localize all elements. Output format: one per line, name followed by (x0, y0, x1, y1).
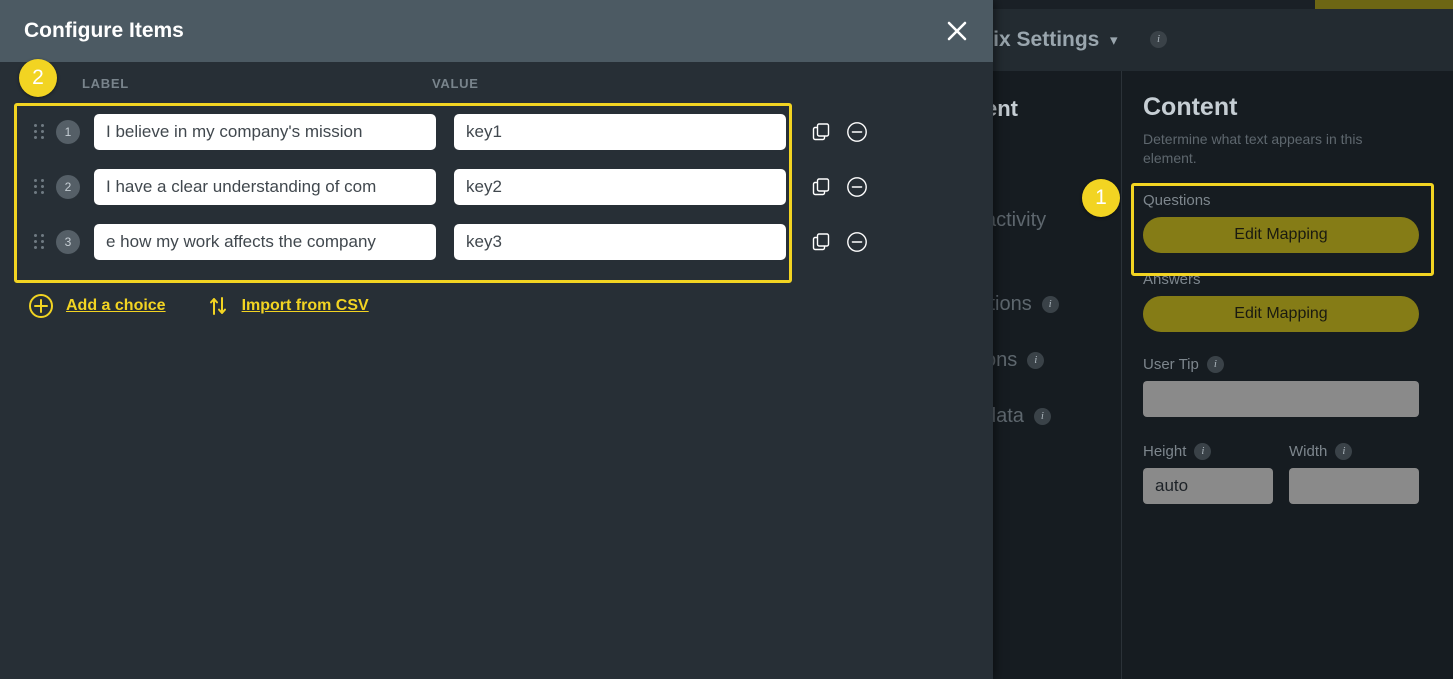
row-index-badge: 2 (56, 174, 80, 199)
column-header-label: LABEL (82, 76, 129, 91)
import-csv-button[interactable]: Import from CSV (206, 294, 369, 318)
drag-handle-icon[interactable] (34, 234, 48, 249)
info-icon[interactable]: i (1335, 442, 1353, 460)
height-input[interactable] (1143, 467, 1273, 504)
settings-panel: Content Determine what text appears in t… (1123, 71, 1453, 679)
table-row: 3 (0, 214, 993, 269)
width-field: Width i (1289, 442, 1419, 504)
nav-item-label: activity (985, 209, 1047, 231)
plus-circle-icon (28, 293, 54, 319)
minus-circle-icon[interactable] (844, 174, 870, 200)
app-root: rix Settings ▾ i ent activity itions i o… (0, 0, 1453, 679)
nav-item-options[interactable]: ons i (985, 349, 1045, 372)
answers-group: Answers Edit Mapping (1143, 271, 1433, 332)
questions-group: Questions Edit Mapping (1123, 182, 1433, 265)
info-icon[interactable]: i (1194, 442, 1212, 460)
column-header-value: VALUE (432, 76, 479, 91)
row-value-input[interactable] (454, 223, 786, 260)
user-tip-label-text: User Tip (1143, 355, 1199, 373)
close-icon[interactable] (939, 13, 975, 49)
background-header-title: rix Settings (985, 28, 1100, 51)
copy-icon[interactable] (808, 174, 834, 200)
modal-actions: Add a choice Import from CSV (28, 293, 369, 319)
questions-label: Questions (1143, 191, 1211, 209)
questions-edit-mapping-button[interactable]: Edit Mapping (1143, 216, 1419, 253)
info-icon[interactable]: i (1027, 352, 1045, 369)
info-icon[interactable]: i (1150, 31, 1168, 49)
info-icon[interactable]: i (1206, 355, 1224, 373)
height-field: Height i (1143, 442, 1273, 504)
answers-label: Answers (1143, 270, 1201, 288)
step-badge-1: 1 (1082, 179, 1120, 217)
copy-icon[interactable] (808, 229, 834, 255)
width-label-text: Width (1289, 442, 1328, 460)
top-strip-accent (1315, 0, 1453, 9)
row-value-input[interactable] (454, 113, 786, 150)
row-label-input[interactable] (94, 168, 436, 205)
drag-handle-icon[interactable] (34, 179, 48, 194)
add-choice-label: Add a choice (66, 297, 166, 314)
answers-edit-mapping-button[interactable]: Edit Mapping (1143, 295, 1419, 332)
configure-items-modal: Configure Items LABEL VALUE 1 I believe … (0, 0, 993, 679)
info-icon[interactable]: i (1033, 408, 1051, 425)
nav-item-conditions[interactable]: itions i (985, 293, 1059, 316)
width-input[interactable] (1289, 467, 1419, 504)
step-badge-2: 2 (19, 59, 57, 97)
minus-circle-icon[interactable] (844, 229, 870, 255)
height-label: Height i (1143, 442, 1273, 460)
row-label-input[interactable] (94, 113, 436, 150)
row-index-badge: 3 (56, 229, 80, 254)
nav-item-data[interactable]: data i (985, 405, 1051, 428)
minus-circle-icon[interactable] (844, 119, 870, 145)
copy-icon[interactable] (808, 119, 834, 145)
add-choice-button[interactable]: Add a choice (28, 293, 166, 319)
row-value-input[interactable] (454, 168, 786, 205)
row-label-input[interactable] (94, 223, 436, 260)
panel-description: Determine what text appears in this elem… (1143, 131, 1363, 166)
dimensions-row: Height i Width i (1143, 442, 1433, 504)
info-glyph: i (1150, 31, 1167, 49)
import-csv-label: Import from CSV (241, 297, 369, 314)
panel-title: Content (1143, 93, 1238, 121)
chevron-down-icon[interactable]: ▾ (1110, 33, 1124, 48)
column-headers: LABEL VALUE (0, 62, 993, 104)
table-row: 1 (0, 104, 993, 159)
width-label: Width i (1289, 442, 1419, 460)
table-row: 2 (0, 159, 993, 214)
modal-header: Configure Items (0, 0, 993, 62)
height-label-text: Height (1143, 442, 1187, 460)
user-tip-label: User Tip i (1143, 355, 1433, 373)
info-icon[interactable]: i (1041, 296, 1059, 313)
user-tip-input[interactable] (1143, 380, 1419, 417)
sort-arrows-icon (206, 294, 230, 318)
row-index-badge: 1 (56, 119, 80, 144)
modal-title: Configure Items (24, 19, 184, 42)
items-list: 1 I believe in my company's mission key1… (0, 104, 993, 269)
nav-item-activity[interactable]: activity (985, 209, 1046, 232)
drag-handle-icon[interactable] (34, 124, 48, 139)
